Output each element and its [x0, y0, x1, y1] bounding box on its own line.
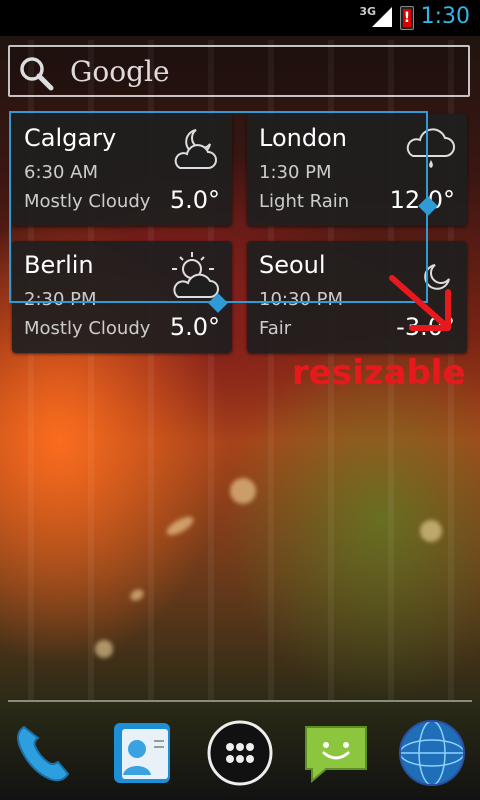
- browser-globe-icon[interactable]: [396, 717, 468, 789]
- search-icon: [20, 57, 54, 91]
- messaging-icon[interactable]: [300, 717, 372, 789]
- annotation-arrow-icon: [389, 275, 451, 331]
- widget-condition: Light Rain: [259, 191, 350, 212]
- app-drawer-icon[interactable]: [204, 717, 276, 789]
- phone-icon[interactable]: [8, 717, 80, 789]
- wallpaper-bokeh: [230, 478, 256, 504]
- contacts-icon[interactable]: [104, 717, 176, 789]
- wallpaper-bokeh: [164, 513, 196, 539]
- partly-cloudy-sun-icon: [172, 252, 219, 298]
- widget-city: London: [259, 124, 347, 152]
- status-time: 1:30: [420, 4, 470, 29]
- widget-condition: Mostly Cloudy: [24, 191, 151, 212]
- status-bar: 3G ! 1:30: [0, 0, 480, 36]
- battery-alert-icon: !: [400, 6, 414, 30]
- google-search-bar[interactable]: Google: [8, 45, 470, 97]
- rain-cloud-icon: [406, 128, 455, 168]
- resizable-annotation: resizable: [292, 353, 466, 393]
- weather-widget-calgary[interactable]: Calgary 6:30 AM Mostly Cloudy 5.0°: [12, 114, 232, 226]
- widget-condition: Mostly Cloudy: [24, 318, 151, 339]
- widget-city: Seoul: [259, 251, 326, 279]
- wallpaper-bokeh: [95, 640, 113, 658]
- signal-icon: [372, 7, 392, 27]
- widget-time: 10:30 PM: [259, 289, 343, 310]
- widget-time: 1:30 PM: [259, 162, 332, 183]
- widget-temperature: 5.0°: [169, 313, 220, 341]
- widget-time: 6:30 AM: [24, 162, 98, 183]
- weather-widget-berlin[interactable]: Berlin 2:30 PM Mostly Cloudy 5.0°: [12, 241, 232, 353]
- widget-city: Berlin: [24, 251, 94, 279]
- dock-divider: [8, 700, 472, 702]
- dock: [0, 705, 480, 800]
- widget-temperature: 5.0°: [169, 186, 220, 214]
- cloudy-moon-icon: [174, 129, 217, 169]
- search-label: Google: [70, 55, 170, 88]
- wallpaper-bokeh: [420, 520, 442, 542]
- wallpaper-bokeh: [128, 587, 146, 603]
- widget-time: 2:30 PM: [24, 289, 97, 310]
- widget-city: Calgary: [24, 124, 117, 152]
- widget-condition: Fair: [259, 318, 292, 339]
